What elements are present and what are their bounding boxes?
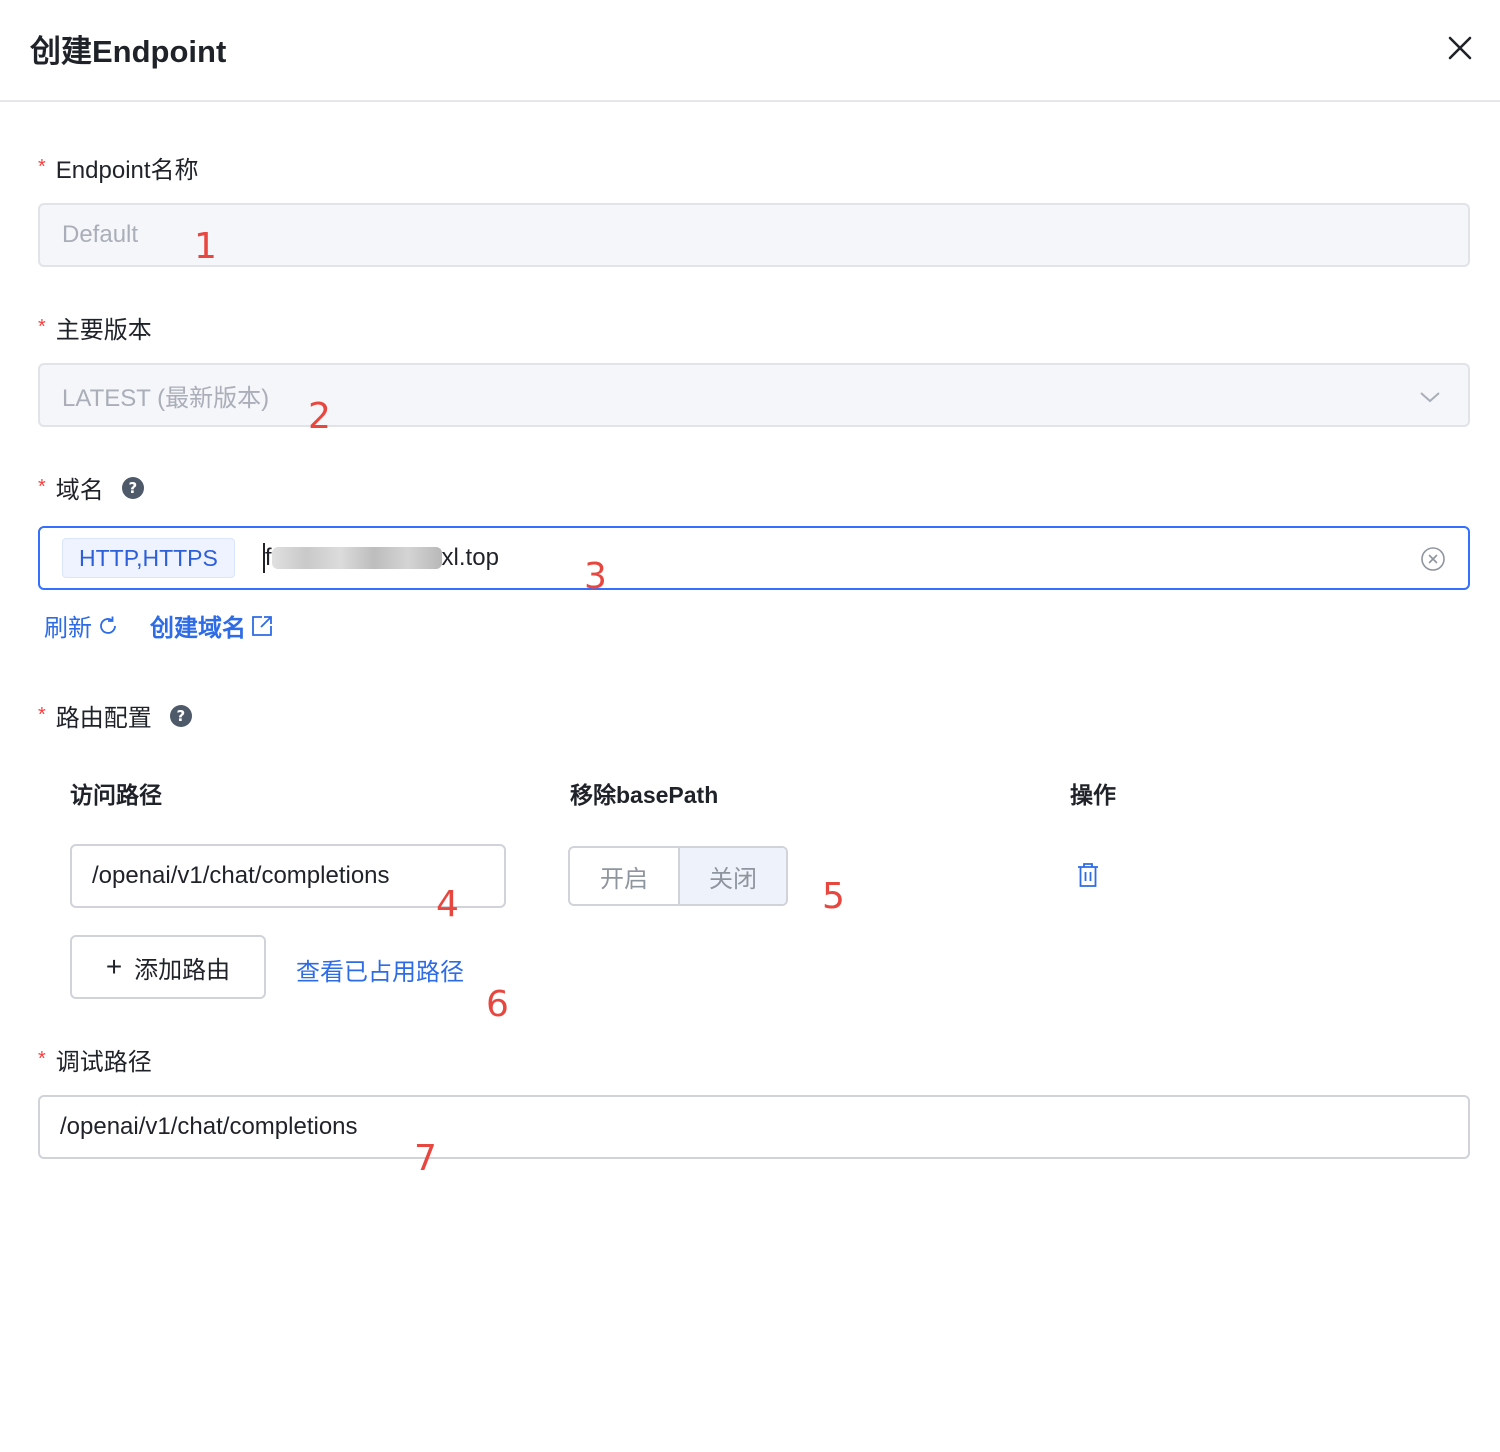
view-used-paths-link[interactable]: 查看已占用路径 <box>296 952 464 987</box>
dialog-header: 创建Endpoint <box>0 0 1500 102</box>
required-mark: * <box>38 704 46 726</box>
plus-icon: + <box>105 951 123 982</box>
annotation-5: 5 <box>822 876 845 917</box>
required-mark: * <box>38 156 46 178</box>
annotation-3: 3 <box>584 556 607 597</box>
add-route-button[interactable]: + 添加路由 <box>70 935 266 999</box>
dialog-title: 创建Endpoint <box>30 34 227 69</box>
toggle-on-option[interactable]: 开启 <box>570 848 678 904</box>
version-label: * 主要版本 <box>38 316 152 344</box>
external-link-icon <box>252 615 272 636</box>
annotation-7: 7 <box>414 1138 437 1179</box>
help-icon[interactable]: ? <box>121 476 144 499</box>
routes-label: * 路由配置 ? <box>38 698 192 733</box>
annotation-1: 1 <box>194 226 217 267</box>
name-label: * Endpoint名称 <box>38 156 199 184</box>
refresh-icon <box>100 616 116 634</box>
annotation-2: 2 <box>308 396 331 437</box>
required-mark: * <box>38 316 46 338</box>
domain-label: * 域名 ? <box>38 470 144 505</box>
remove-basepath-toggle[interactable]: 开启 关闭 <box>568 846 788 906</box>
debug-path-label: * 调试路径 <box>38 1048 152 1076</box>
protocol-tag: HTTP,HTTPS <box>62 538 235 578</box>
column-header-actions: 操作 <box>1070 782 1116 808</box>
name-input: Default <box>38 203 1470 267</box>
redacted-blur <box>271 547 442 569</box>
debug-path-input[interactable]: /openai/v1/chat/completions <box>38 1095 1470 1159</box>
toggle-off-option[interactable]: 关闭 <box>678 848 786 904</box>
refresh-link[interactable]: 刷新 <box>44 608 120 643</box>
clear-icon[interactable] <box>1420 546 1446 572</box>
help-icon[interactable]: ? <box>169 704 192 727</box>
version-select: LATEST (最新版本) <box>38 363 1470 427</box>
annotation-6: 6 <box>486 984 509 1025</box>
trash-icon[interactable] <box>1076 862 1100 888</box>
close-icon[interactable] <box>1442 30 1478 66</box>
required-mark: * <box>38 476 46 498</box>
chevron-down-icon <box>1420 392 1440 403</box>
domain-select[interactable]: HTTP,HTTPS f xl.top <box>38 526 1470 590</box>
column-header-remove-basepath: 移除basePath <box>570 782 719 808</box>
annotation-4: 4 <box>436 884 459 925</box>
create-domain-link[interactable]: 创建域名 <box>150 608 274 643</box>
required-mark: * <box>38 1048 46 1070</box>
column-header-path: 访问路径 <box>70 782 162 808</box>
domain-value: f xl.top <box>262 543 499 573</box>
